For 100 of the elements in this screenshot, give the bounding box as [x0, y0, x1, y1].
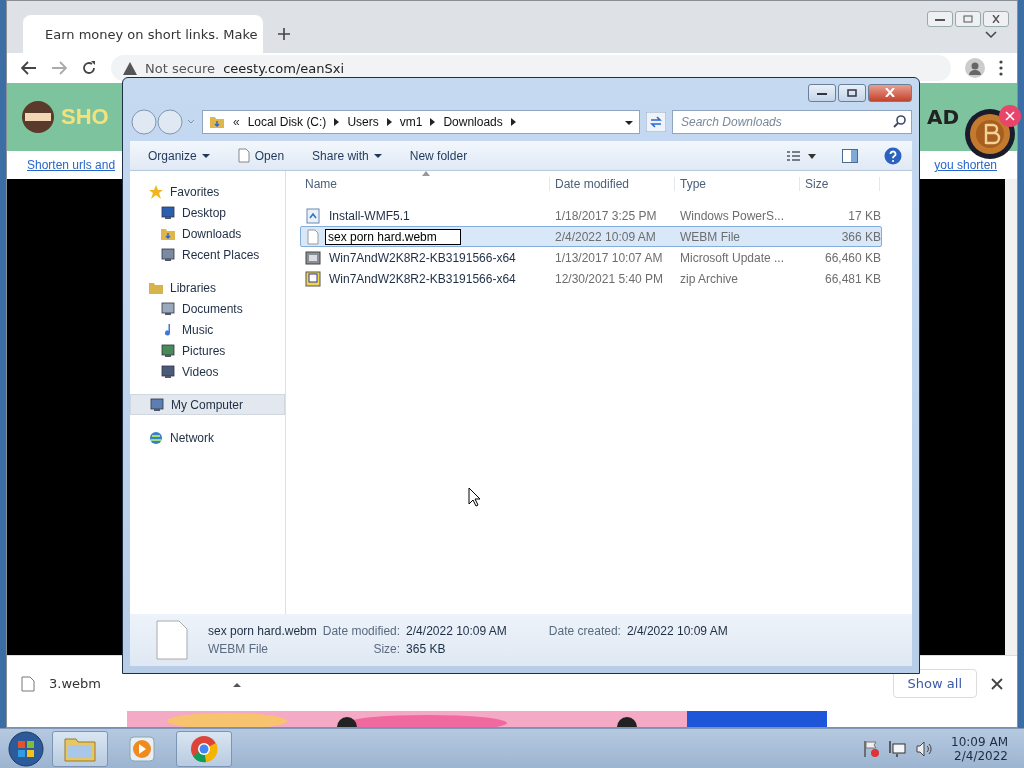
taskbar-button[interactable]: [176, 730, 232, 767]
network-icon[interactable]: [889, 739, 908, 758]
details-value: 2/4/2022 10:09 AM: [626, 624, 728, 638]
bitcoin-coin-icon[interactable]: [962, 104, 1022, 160]
file-type: Windows PowerS...: [679, 208, 786, 223]
chevron-icon: [430, 118, 436, 126]
chrome-icon[interactable]: [189, 733, 219, 764]
nav-item[interactable]: Desktop: [130, 202, 285, 223]
details-value: 2/4/2022 10:09 AM: [406, 624, 507, 638]
details-label: Date modified:: [322, 624, 401, 638]
column-header[interactable]: Type: [675, 177, 800, 191]
start-button[interactable]: [6, 729, 46, 768]
monitor-icon: [160, 204, 176, 221]
file-size: 66,481 KB: [823, 271, 881, 286]
close-button[interactable]: [983, 11, 1009, 27]
breadcrumb-item[interactable]: Users: [347, 115, 379, 129]
reload-icon[interactable]: [81, 60, 97, 76]
file-row[interactable]: Win7AndW2K8R2-KB3191566-x64 1/13/2017 10:07 AM Microsoft Update ... 66,460 KB: [300, 247, 882, 268]
refresh-icon[interactable]: [646, 112, 666, 132]
globe-icon: [148, 429, 164, 446]
close-icon: [991, 15, 1001, 23]
toolbar-button[interactable]: New folder: [401, 145, 476, 166]
file-row[interactable]: sex porn hard.webm 2/4/2022 10:09 AM WEBM File 366 KB: [300, 226, 882, 247]
file-date: 1/18/2017 3:25 PM: [554, 208, 658, 223]
chevron-icon: [334, 118, 340, 126]
toolbar-button[interactable]: Share with: [304, 145, 390, 166]
column-header[interactable]: Name: [300, 177, 550, 191]
star-icon: [148, 183, 164, 200]
file-type: Microsoft Update ...: [679, 250, 786, 265]
nav-item[interactable]: Documents: [130, 298, 285, 319]
search-field[interactable]: Search Downloads: [672, 110, 912, 134]
download-name[interactable]: 3.webm: [49, 676, 101, 691]
breadcrumb-item[interactable]: vm1: [399, 115, 423, 129]
details-name: sex porn hard.webm: [208, 624, 317, 638]
sort-arrow-icon: [422, 171, 430, 176]
page-link[interactable]: you shorten: [934, 158, 997, 172]
help-icon[interactable]: [884, 146, 902, 165]
back-icon[interactable]: [21, 61, 37, 75]
preview-pane-icon[interactable]: [842, 148, 858, 163]
address-bar[interactable]: « Local Disk (C:) Users vm1 Downloads: [202, 110, 640, 134]
script-file-icon: [305, 207, 321, 224]
view-options-icon[interactable]: [786, 149, 816, 162]
column-header[interactable]: Date modified: [550, 177, 675, 191]
close-icon: [885, 88, 895, 97]
search-icon: [893, 115, 906, 128]
nav-item[interactable]: Downloads: [130, 223, 285, 244]
volume-icon[interactable]: [915, 739, 934, 758]
close-icon[interactable]: [991, 677, 1003, 690]
file-date: 12/30/2021 5:40 PM: [554, 271, 665, 286]
browser-tab[interactable]: Earn money on short links. Make: [23, 15, 263, 53]
url-text: ceesty.com/eanSxi: [223, 60, 345, 76]
file-name: Install-WMF5.1: [328, 208, 410, 223]
warning-icon: [123, 61, 137, 75]
file-row[interactable]: Install-WMF5.1 1/18/2017 3:25 PM Windows PowerS... 17 KB: [300, 205, 882, 226]
clock[interactable]: 10:09 AM 2/4/2022: [951, 734, 1008, 763]
nav-item[interactable]: My Computer: [130, 394, 285, 415]
file-size: 366 KB: [840, 229, 881, 244]
nav-item[interactable]: Pictures: [130, 340, 285, 361]
file-size: 17 KB: [847, 208, 881, 223]
folder-icon: [209, 114, 225, 130]
show-all-button[interactable]: Show all: [892, 669, 977, 698]
file-date: 1/13/2017 10:07 AM: [554, 250, 664, 265]
column-header[interactable]: Size: [800, 177, 880, 191]
file-row[interactable]: Win7AndW2K8R2-KB3191566-x64 12/30/2021 5:40 PM zip Archive 66,481 KB: [300, 268, 882, 289]
installer-icon: [305, 249, 321, 266]
caret-icon: [232, 683, 241, 689]
details-label: Size:: [372, 642, 401, 656]
overflow-chevron: «: [233, 115, 240, 129]
page-link[interactable]: Shorten urls and: [27, 158, 116, 172]
nav-item[interactable]: Libraries: [130, 277, 285, 298]
dropdown-icon[interactable]: [985, 31, 997, 39]
minimize-button[interactable]: [927, 11, 953, 27]
chevron-icon: [510, 118, 516, 126]
file-type: WEBM File: [679, 229, 741, 244]
ad-text: AD: [926, 105, 959, 129]
nav-item[interactable]: Recent Places: [130, 244, 285, 265]
action-center-flag-icon[interactable]: [863, 739, 882, 758]
profile-icon[interactable]: [965, 58, 985, 78]
new-tab-icon[interactable]: [277, 27, 291, 41]
nav-item[interactable]: Favorites: [130, 181, 285, 202]
file-type: zip Archive: [679, 271, 740, 286]
file-date: 2/4/2022 10:09 AM: [554, 229, 657, 244]
close-button[interactable]: [868, 83, 912, 102]
minimize-button[interactable]: [808, 83, 836, 102]
details-value: 365 KB: [406, 642, 447, 656]
rename-field[interactable]: sex porn hard.webm: [325, 228, 461, 245]
menu-icon[interactable]: [999, 60, 1003, 76]
breadcrumb-item[interactable]: Downloads: [443, 115, 503, 129]
details-type: WEBM File: [208, 642, 269, 656]
toolbar-button[interactable]: Open: [229, 145, 293, 166]
nav-item[interactable]: Music: [130, 319, 285, 340]
breadcrumb-item[interactable]: Local Disk (C:): [247, 115, 327, 129]
toolbar-button[interactable]: Organize: [140, 145, 218, 166]
nav-item[interactable]: Videos: [130, 361, 285, 382]
file-name: Win7AndW2K8R2-KB3191566-x64: [328, 271, 516, 286]
caret-icon: [625, 120, 633, 126]
maximize-button[interactable]: [838, 83, 866, 102]
nav-item[interactable]: Network: [130, 427, 285, 448]
zip-file-icon: [305, 270, 321, 287]
chevron-icon: [386, 118, 392, 126]
